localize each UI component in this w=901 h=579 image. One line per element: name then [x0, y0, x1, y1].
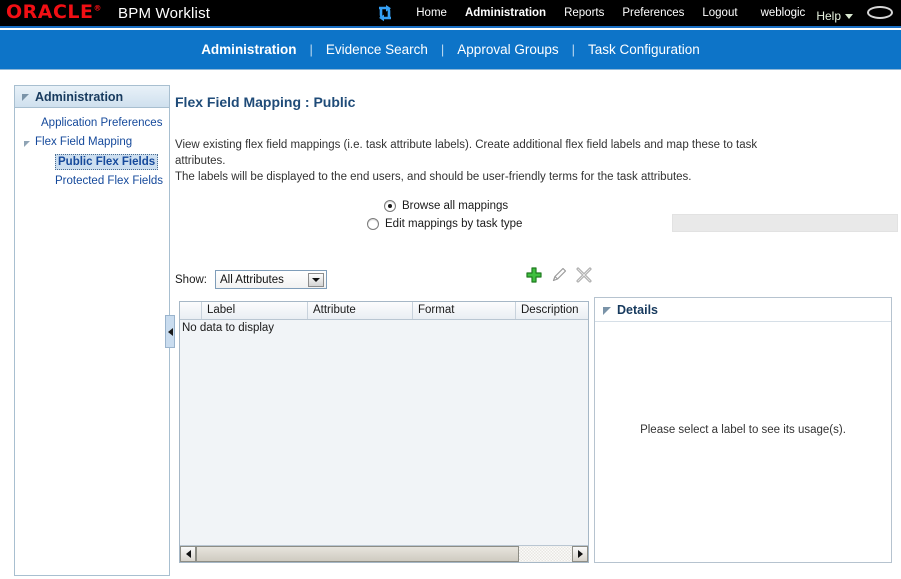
- current-user-label: weblogic: [760, 7, 806, 19]
- sidebar-header[interactable]: Administration: [15, 86, 169, 108]
- details-empty-message: Please select a label to see its usage(s…: [640, 424, 846, 436]
- sidebar-tree: Application Preferences Flex Field Mappi…: [15, 108, 169, 191]
- radio-edit-mappings-by-task-type[interactable]: Edit mappings by task type: [367, 215, 522, 232]
- sidebar-item-public-flex-fields[interactable]: Public Flex Fields: [15, 152, 169, 172]
- radio-button-icon[interactable]: [367, 217, 379, 230]
- show-attributes-select[interactable]: All Attributes: [214, 270, 327, 289]
- disclosure-triangle-icon[interactable]: [22, 94, 29, 101]
- oracle-logo: ORACLE®: [6, 0, 103, 23]
- sidebar-item-protected-flex-fields[interactable]: Protected Flex Fields: [15, 172, 169, 191]
- collapse-arrow-icon: [167, 327, 173, 336]
- top-link-home[interactable]: Home: [416, 7, 447, 19]
- add-icon[interactable]: [525, 266, 543, 284]
- oracle-logo-text: ORACLE: [6, 0, 94, 23]
- app-title: BPM Worklist: [118, 4, 211, 22]
- top-link-administration[interactable]: Administration: [465, 7, 546, 19]
- primary-nav-bar: Administration | Evidence Search | Appro…: [0, 30, 901, 70]
- edit-pencil-icon[interactable]: [550, 266, 568, 284]
- radio-label: Browse all mappings: [402, 199, 509, 212]
- sidebar-item-application-preferences[interactable]: Application Preferences: [15, 114, 169, 133]
- show-attributes-selected-value: All Attributes: [219, 273, 284, 286]
- scrollbar-track[interactable]: [196, 546, 572, 562]
- main-panel: Flex Field Mapping : Public View existin…: [165, 71, 901, 579]
- trademark-mark: ®: [93, 3, 103, 13]
- page-description-line-2: The labels will be displayed to the end …: [175, 171, 692, 183]
- mapping-mode-radio-group: Browse all mappings Edit mappings by tas…: [367, 197, 522, 233]
- radio-label: Edit mappings by task type: [385, 217, 523, 230]
- scroll-right-button[interactable]: [572, 546, 588, 562]
- panel-collapse-handle[interactable]: [165, 315, 175, 348]
- tab-evidence-search[interactable]: Evidence Search: [314, 42, 440, 57]
- top-link-logout[interactable]: Logout: [702, 7, 737, 19]
- radio-button-icon[interactable]: [384, 199, 396, 212]
- left-arrow-icon: [185, 550, 191, 558]
- table-toolbar: [525, 266, 593, 284]
- chevron-down-icon[interactable]: [307, 273, 324, 287]
- sidebar-item-label: Application Preferences: [41, 117, 163, 129]
- tree-expand-triangle-icon[interactable]: [24, 140, 30, 147]
- sidebar-item-label: Flex Field Mapping: [35, 136, 133, 148]
- right-arrow-icon: [577, 550, 583, 558]
- chevron-down-icon: [845, 14, 853, 19]
- details-panel: Details Please select a label to see its…: [594, 297, 892, 563]
- primary-nav-items: Administration | Evidence Search | Appro…: [189, 42, 712, 57]
- balloon-icon[interactable]: [867, 5, 893, 19]
- table-body: No data to display: [180, 320, 588, 545]
- details-title: Details: [617, 302, 658, 317]
- sidebar-item-flex-field-mapping[interactable]: Flex Field Mapping: [15, 133, 169, 152]
- top-bar: ORACLE® BPM Worklist Home Administration…: [0, 0, 901, 28]
- flex-field-mappings-table: Label Attribute Format Description No da…: [179, 301, 589, 563]
- show-label: Show:: [175, 273, 207, 286]
- disclosure-triangle-icon[interactable]: [603, 306, 611, 315]
- page-title: Flex Field Mapping : Public: [175, 94, 356, 110]
- table-empty-message: No data to display: [182, 322, 275, 334]
- table-column-header-attribute[interactable]: Attribute: [308, 302, 413, 319]
- sidebar-item-label: Protected Flex Fields: [55, 175, 164, 187]
- table-horizontal-scrollbar[interactable]: [180, 545, 588, 562]
- radio-browse-all-mappings[interactable]: Browse all mappings: [367, 197, 522, 214]
- top-bar-right: Home Administration Reports Preferences …: [375, 0, 901, 26]
- delete-x-icon[interactable]: [575, 266, 593, 284]
- top-link-preferences[interactable]: Preferences: [622, 7, 684, 19]
- table-column-header-format[interactable]: Format: [413, 302, 516, 319]
- table-header-row: Label Attribute Format Description: [180, 302, 588, 320]
- tab-approval-groups[interactable]: Approval Groups: [445, 42, 570, 57]
- table-column-header-select[interactable]: [180, 302, 202, 319]
- top-link-reports[interactable]: Reports: [564, 7, 604, 19]
- refresh-icon[interactable]: [375, 4, 395, 22]
- table-column-header-label[interactable]: Label: [202, 302, 308, 319]
- help-menu-label: Help: [816, 9, 841, 23]
- tab-administration[interactable]: Administration: [189, 42, 308, 57]
- show-filter-row: Show: All Attributes: [175, 270, 327, 289]
- sidebar-item-label: Public Flex Fields: [55, 154, 159, 170]
- content-area: Administration Application Preferences F…: [0, 71, 901, 579]
- table-column-header-description[interactable]: Description: [516, 302, 588, 319]
- tab-task-configuration[interactable]: Task Configuration: [576, 42, 712, 57]
- task-type-input: [672, 214, 898, 232]
- scroll-left-button[interactable]: [180, 546, 196, 562]
- page-description: View existing flex field mappings (i.e. …: [175, 137, 795, 185]
- sidebar-title: Administration: [35, 89, 124, 104]
- page-description-line-1: View existing flex field mappings (i.e. …: [175, 139, 758, 167]
- details-header[interactable]: Details: [595, 298, 891, 322]
- scrollbar-thumb[interactable]: [196, 546, 520, 562]
- sidebar-panel: Administration Application Preferences F…: [14, 85, 170, 576]
- help-menu[interactable]: Help: [816, 9, 853, 23]
